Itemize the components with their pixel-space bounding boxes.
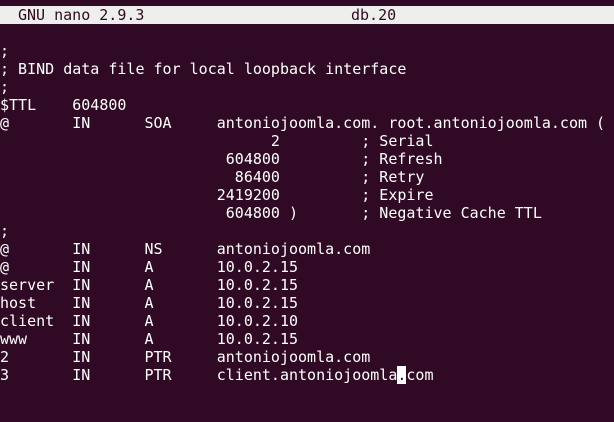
app-version-label: GNU nano 2.9.3	[18, 6, 145, 24]
cursor-line-text-after: com	[406, 366, 434, 384]
buffer-line[interactable]: client IN A 10.0.2.10	[0, 312, 614, 330]
buffer-line[interactable]: $TTL 604800	[0, 96, 614, 114]
buffer-line[interactable]: @ IN A 10.0.2.15	[0, 258, 614, 276]
buffer-line[interactable]: www IN A 10.0.2.15	[0, 330, 614, 348]
buffer-line[interactable]: ;	[0, 78, 614, 96]
nano-title-bar: GNU nano 2.9.3 db.20	[0, 6, 614, 24]
buffer-line-with-cursor[interactable]: 3 IN PTR client.antoniojoomla.com	[0, 366, 614, 384]
buffer-line[interactable]: 86400 ; Retry	[0, 168, 614, 186]
buffer-line[interactable]: server IN A 10.0.2.15	[0, 276, 614, 294]
editor-buffer[interactable]: ; ; BIND data file for local loopback in…	[0, 42, 614, 384]
buffer-line[interactable]: ;	[0, 42, 614, 60]
buffer-line[interactable]: 604800 ; Refresh	[0, 150, 614, 168]
buffer-line[interactable]: 2 ; Serial	[0, 132, 614, 150]
terminal-window[interactable]: GNU nano 2.9.3 db.20 ; ; BIND data file …	[0, 0, 614, 422]
file-name-label: db.20	[351, 6, 397, 24]
buffer-line[interactable]: ; BIND data file for local loopback inte…	[0, 60, 614, 78]
buffer-line[interactable]: @ IN NS antoniojoomla.com	[0, 240, 614, 258]
buffer-line[interactable]: @ IN SOA antoniojoomla.com. root.antonio…	[0, 114, 614, 132]
buffer-line[interactable]: host IN A 10.0.2.15	[0, 294, 614, 312]
buffer-line[interactable]: 2419200 ; Expire	[0, 186, 614, 204]
buffer-line[interactable]: ;	[0, 222, 614, 240]
cursor-line-text-before: 3 IN PTR client.antoniojoomla	[0, 366, 398, 384]
buffer-line[interactable]: 2 IN PTR antoniojoomla.com	[0, 348, 614, 366]
buffer-line[interactable]: 604800 ) ; Negative Cache TTL	[0, 204, 614, 222]
